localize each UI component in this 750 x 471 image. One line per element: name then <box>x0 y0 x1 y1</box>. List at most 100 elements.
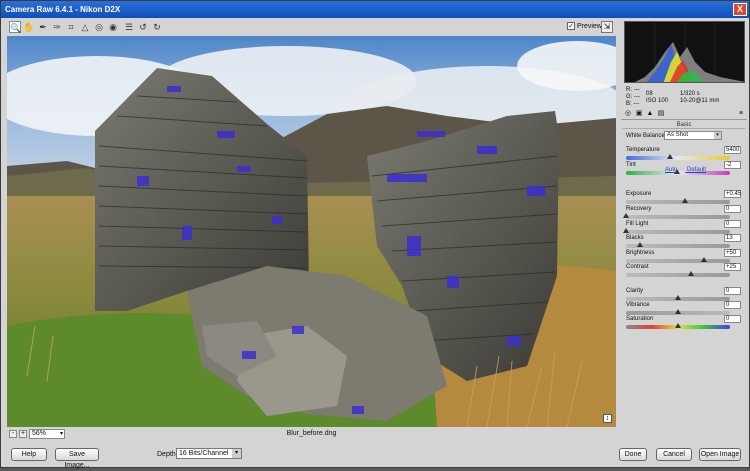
fullscreen-icon[interactable]: ⇲ <box>601 21 613 33</box>
zoom-tool-icon[interactable]: 🔍 <box>9 21 21 33</box>
contrast-slider[interactable] <box>626 271 730 277</box>
tint-value-field[interactable]: -2 <box>724 161 741 169</box>
file-name: Blur_before.dng <box>286 430 337 437</box>
clarity-value-field[interactable]: 0 <box>724 287 741 295</box>
panel-tabs: ◎ ▣ ▲ ▤ ≡ <box>621 109 747 120</box>
g-value: --- <box>634 94 641 100</box>
default-link[interactable]: Default <box>687 167 706 173</box>
color-sampler-tool-icon[interactable]: ✑ <box>51 21 63 33</box>
contrast-row: Contrast +25 <box>626 262 744 272</box>
contrast-label: Contrast <box>626 264 649 270</box>
fill-light-value-field[interactable]: 0 <box>724 220 741 228</box>
exposure-info: f/8 ISO 100 <box>646 91 668 105</box>
tab-hsl-icon[interactable]: ▤ <box>657 110 665 118</box>
iso: ISO 100 <box>646 98 669 104</box>
camera-raw-window: Camera Raw 6.4.1 - Nikon D2X X 🔍 ✋ ✒ ✑ ⌗… <box>0 0 750 469</box>
red-eye-tool-icon[interactable]: ◉ <box>107 21 119 33</box>
temperature-value-field[interactable]: 5400 <box>724 146 741 154</box>
vibrance-label: Vibrance <box>626 302 650 308</box>
clarity-row: Clarity 0 <box>626 286 744 296</box>
exposure-slider-thumb[interactable] <box>681 198 688 203</box>
white-balance-select[interactable]: As Shot ▾ <box>664 131 722 140</box>
saturation-slider-thumb[interactable] <box>675 323 682 328</box>
tab-basic-icon[interactable]: ◎ <box>624 110 632 118</box>
chevron-down-icon: ▾ <box>714 132 721 139</box>
exposure-value-field[interactable]: +0.45 <box>724 190 741 198</box>
fill-light-label: Fill Light <box>626 221 649 227</box>
exposure-label: Exposure <box>626 191 652 197</box>
contrast-slider-thumb[interactable] <box>687 271 694 276</box>
brightness-label: Brightness <box>626 250 655 256</box>
vibrance-value-field[interactable]: 0 <box>724 301 741 309</box>
vibrance-row: Vibrance 0 <box>626 300 744 310</box>
recovery-row: Recovery 0 <box>626 204 744 214</box>
auto-default-links: Auto Default <box>665 167 714 173</box>
temperature-row: Temperature 5400 <box>626 145 744 155</box>
status-bar: - + 56% ▾ Blur_before.dng <box>7 429 616 441</box>
blacks-label: Blacks <box>626 235 644 241</box>
recovery-value-field[interactable]: 0 <box>724 205 741 213</box>
lens: 10-20@11 mm <box>680 98 720 104</box>
white-balance-label: White Balance: <box>626 133 667 139</box>
hand-tool-icon[interactable]: ✋ <box>23 21 35 33</box>
save-image-button[interactable]: Save Image... <box>55 448 99 469</box>
saturation-value-field[interactable]: 0 <box>724 315 741 323</box>
panel-menu-icon[interactable]: ≡ <box>737 110 745 118</box>
done-button[interactable]: Done <box>619 448 647 461</box>
adjustment-panel: R: --- G: --- B: --- f/8 ISO 100 1/320 s… <box>621 19 747 443</box>
image-info-icon[interactable]: ↕ <box>603 414 612 423</box>
clarity-label: Clarity <box>626 288 644 294</box>
g-label: G: <box>626 94 633 100</box>
chevron-down-icon: ▾ <box>232 449 241 458</box>
depth-value: 16 Bits/Channel <box>179 450 229 457</box>
tint-label: Tint <box>626 162 636 168</box>
rgb-readout: R: --- G: --- B: --- <box>626 87 640 108</box>
tab-tone-curve-icon[interactable]: ▣ <box>635 110 643 118</box>
white-balance-tool-icon[interactable]: ✒ <box>37 21 49 33</box>
brightness-value-field[interactable]: +50 <box>724 249 741 257</box>
recovery-label: Recovery <box>626 206 652 212</box>
spot-removal-tool-icon[interactable]: ◎ <box>93 21 105 33</box>
rotate-left-icon[interactable]: ↺ <box>137 21 149 33</box>
tab-detail-icon[interactable]: ▲ <box>646 110 654 118</box>
depth-label: Depth: <box>157 451 178 458</box>
histogram-graph <box>635 22 744 82</box>
recovery-slider-thumb[interactable] <box>623 213 630 218</box>
toolbar: 🔍 ✋ ✒ ✑ ⌗ △ ◎ ◉ ☰ ↺ ↻ ✓ Preview ⇲ <box>7 19 615 36</box>
saturation-slider[interactable] <box>626 323 730 329</box>
white-balance-value: As Shot <box>667 132 689 138</box>
rotate-right-icon[interactable]: ↻ <box>151 21 163 33</box>
close-button[interactable]: X <box>733 3 747 16</box>
b-label: B: <box>626 101 632 107</box>
b-value: --- <box>633 101 640 107</box>
blacks-slider-thumb[interactable] <box>636 242 643 247</box>
crop-tool-icon[interactable]: ⌗ <box>65 21 77 33</box>
contrast-value-field[interactable]: +25 <box>724 263 741 271</box>
auto-link[interactable]: Auto <box>665 167 677 173</box>
r-value: --- <box>633 87 640 93</box>
blacks-value-field[interactable]: 13 <box>724 234 741 242</box>
aperture: f/8 <box>646 91 653 97</box>
white-balance-row: White Balance: As Shot ▾ <box>626 131 744 141</box>
help-button[interactable]: Help <box>11 448 47 461</box>
lens-info: 1/320 s 10-20@11 mm <box>680 91 719 105</box>
temperature-label: Temperature <box>626 147 660 153</box>
blacks-row: Blacks 13 <box>626 233 744 243</box>
cancel-button[interactable]: Cancel <box>656 448 692 461</box>
landscape-photo <box>7 36 616 427</box>
open-image-button[interactable]: Open Image <box>699 448 741 461</box>
brightness-row: Brightness +50 <box>626 248 744 258</box>
shutter-speed: 1/320 s <box>680 91 700 97</box>
fill-light-row: Fill Light 0 <box>626 219 744 229</box>
preview-checkbox[interactable]: ✓ <box>567 22 575 30</box>
straighten-tool-icon[interactable]: △ <box>79 21 91 33</box>
saturation-label: Saturation <box>626 316 654 322</box>
image-preview[interactable]: ↕ <box>7 36 616 427</box>
preferences-icon[interactable]: ☰ <box>123 21 135 33</box>
temperature-slider-thumb[interactable] <box>667 154 674 159</box>
depth-select[interactable]: 16 Bits/Channel ▾ <box>176 448 242 459</box>
footer: Help Save Image... Depth: 16 Bits/Channe… <box>1 445 749 469</box>
histogram <box>624 21 745 83</box>
title-bar: Camera Raw 6.4.1 - Nikon D2X X <box>1 1 749 18</box>
preview-toggle[interactable]: ✓ Preview <box>567 22 602 30</box>
